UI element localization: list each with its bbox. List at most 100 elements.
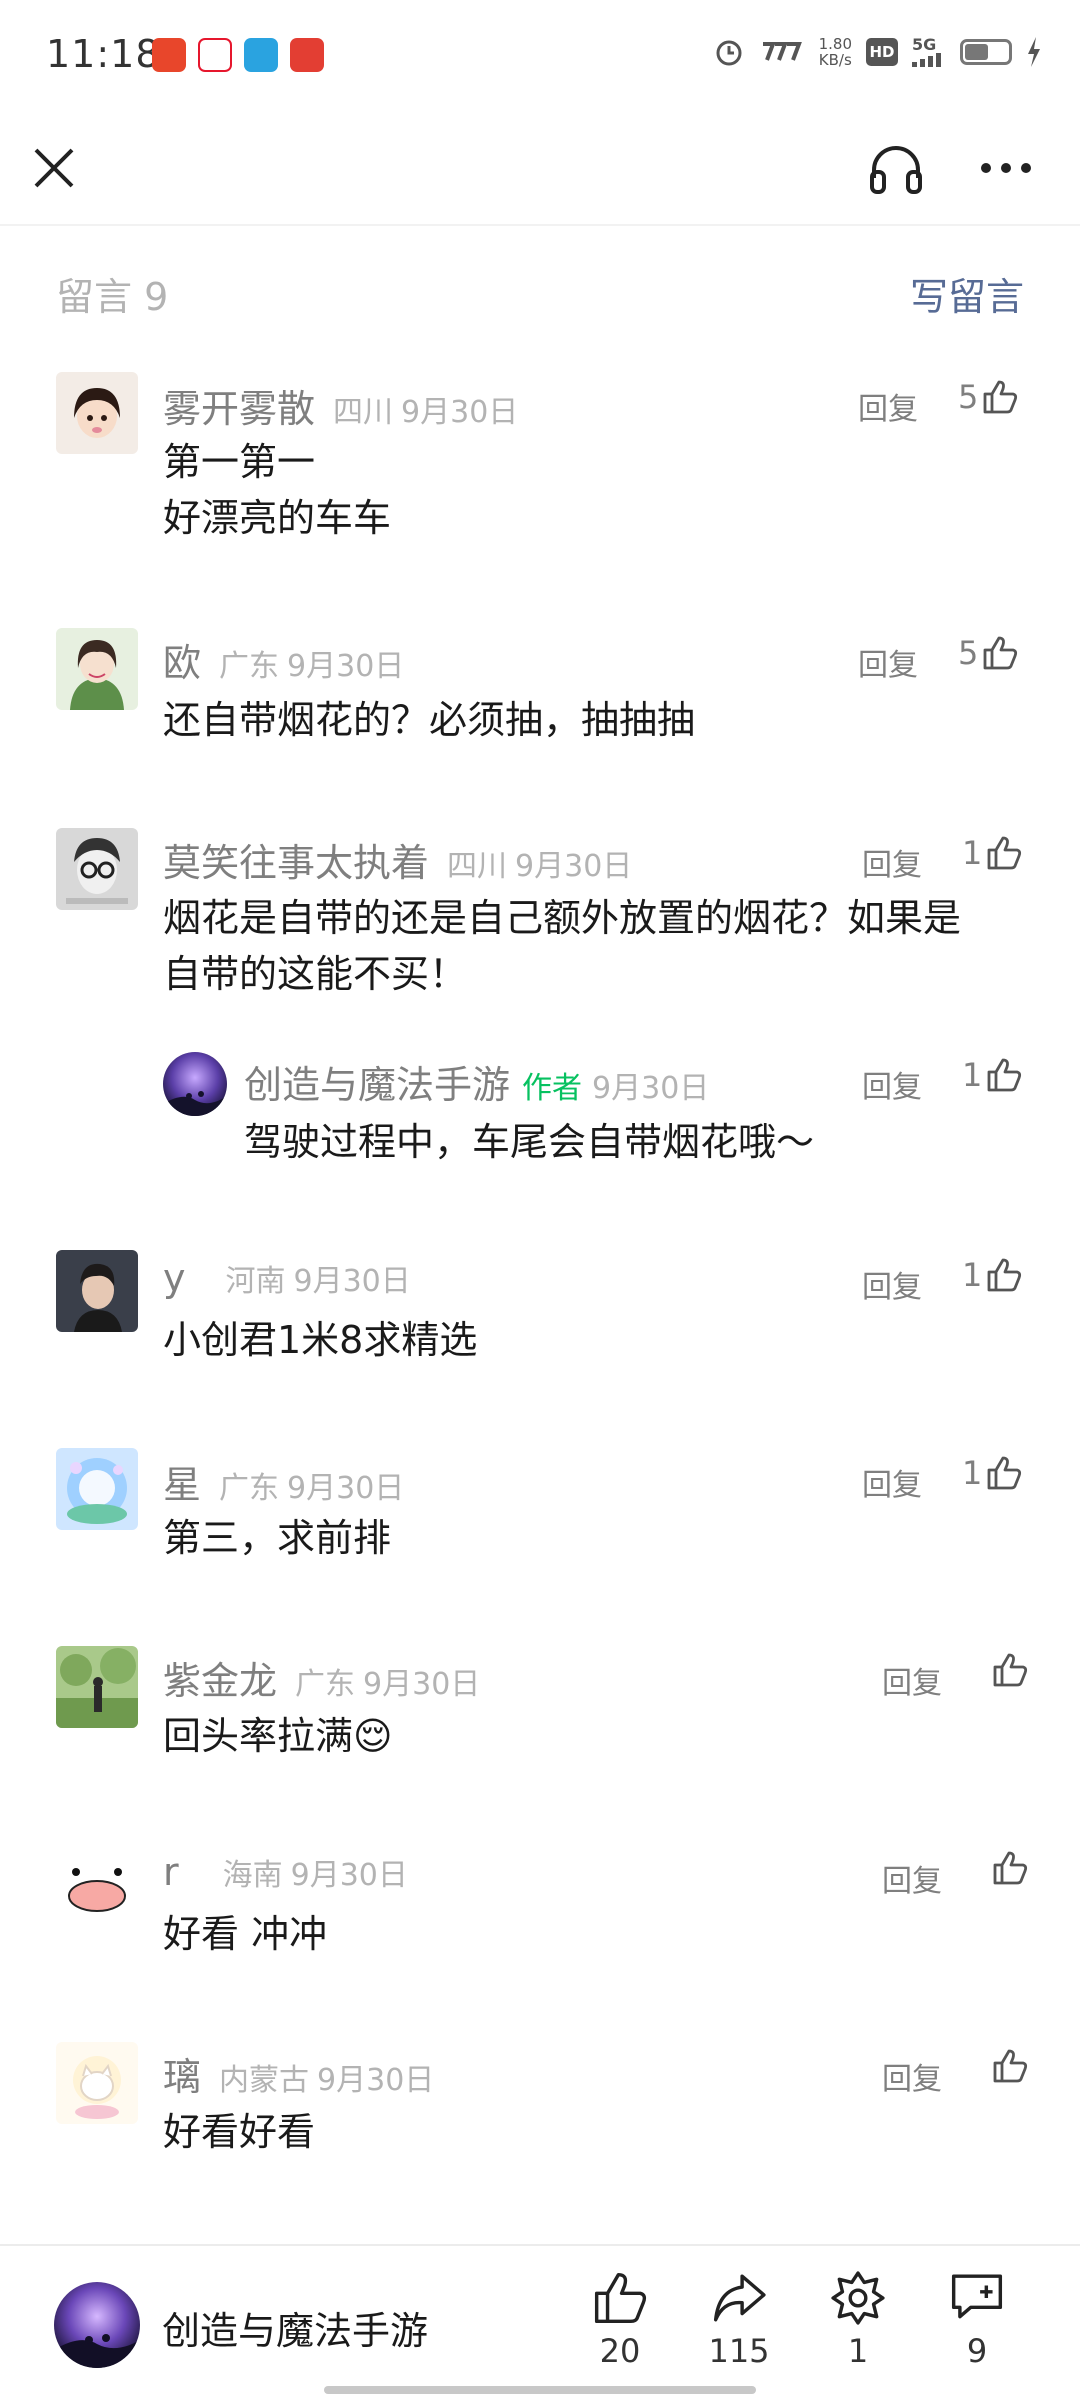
comment-date: 9月30日 <box>515 849 633 884</box>
like-button[interactable] <box>988 1652 1028 1688</box>
author-tag: 作者 <box>522 1071 583 1106</box>
reply-button[interactable]: 回复 <box>882 2054 942 2098</box>
comment-button[interactable]: 9 <box>927 2270 1027 2370</box>
comment-text: 回头率拉满😌 <box>163 1714 393 1758</box>
reply-button[interactable]: 回复 <box>862 840 922 884</box>
comment-author[interactable]: 雾开雾散 <box>163 378 315 433</box>
home-indicator[interactable] <box>324 2386 756 2394</box>
thumbs-up-icon <box>987 1456 1022 1490</box>
like-count: 5 <box>958 378 979 416</box>
wow-count: 1 <box>847 2332 869 2370</box>
reply-button[interactable]: 回复 <box>862 1262 922 1306</box>
charging-icon <box>1028 37 1040 67</box>
thumbs-up-icon <box>993 1851 1028 1885</box>
comment-author[interactable]: 星 <box>163 1454 201 1509</box>
comment-text: 第三，求前排 <box>163 1516 392 1560</box>
cellular-signal: 5G <box>912 37 946 67</box>
avatar[interactable] <box>56 1250 138 1332</box>
battery-level <box>965 44 988 60</box>
comment-location: 广东 <box>295 1667 356 1702</box>
close-button[interactable] <box>16 130 92 206</box>
wow-star-icon <box>831 2271 885 2325</box>
comment-date: 9月30日 <box>363 1667 481 1702</box>
comments-header: 留言 9 写留言 <box>0 262 1080 322</box>
reply-button[interactable]: 回复 <box>862 1460 922 1504</box>
like-button[interactable]: 1 <box>962 1056 1022 1094</box>
account-name[interactable]: 创造与魔法手游 <box>162 2300 428 2355</box>
thumbs-up-icon <box>993 1653 1028 1687</box>
thumbs-up-icon <box>987 1258 1022 1292</box>
comment-text: 小创君1米8求精选 <box>163 1318 478 1362</box>
write-comment-button[interactable]: 写留言 <box>910 266 1024 321</box>
avatar[interactable] <box>56 2042 138 2124</box>
thumbs-up-icon <box>987 836 1022 870</box>
avatar[interactable] <box>56 628 138 710</box>
more-button[interactable] <box>968 130 1044 206</box>
listen-button[interactable] <box>858 130 934 206</box>
net-speed: 1.80 KB/s <box>818 35 852 69</box>
hd-badge: HD <box>866 38 898 66</box>
like-count: 20 <box>599 2332 641 2370</box>
comment-date: 9月30日 <box>293 1264 411 1299</box>
like-button[interactable]: 1 <box>962 1454 1022 1492</box>
reply-button[interactable]: 回复 <box>858 640 918 684</box>
thumbs-up-icon <box>993 2049 1028 2083</box>
battery-icon <box>960 39 1012 65</box>
avatar[interactable] <box>56 1448 138 1530</box>
comment-add-icon <box>951 2274 1003 2319</box>
reply-button[interactable]: 回复 <box>882 1856 942 1900</box>
comment-author[interactable]: 莫笑往事太执着 <box>163 832 429 887</box>
comment-meta: 莫笑往事太执着 四川 9月30日 <box>163 832 632 887</box>
avatar[interactable] <box>163 1052 227 1116</box>
comment-author[interactable]: r <box>163 1850 179 1894</box>
comment-date: 9月30日 <box>401 395 519 430</box>
comment-location: 四川 <box>333 395 394 430</box>
avatar[interactable] <box>56 828 138 910</box>
avatar[interactable] <box>56 1844 138 1926</box>
comment-date: 9月30日 <box>287 1471 405 1506</box>
notification-icons <box>152 38 324 72</box>
thumbs-up-icon <box>594 2272 647 2324</box>
headphones-icon <box>870 146 922 194</box>
like-button[interactable]: 5 <box>958 378 1018 416</box>
like-button[interactable]: 1 <box>962 1256 1022 1294</box>
like-article-button[interactable]: 20 <box>570 2270 670 2370</box>
comment-author[interactable]: 璃 <box>163 2046 201 2101</box>
avatar[interactable] <box>56 1646 138 1728</box>
avatar[interactable] <box>56 372 138 454</box>
comment-meta: 雾开雾散 四川 9月30日 <box>163 378 518 433</box>
like-count: 1 <box>962 1056 983 1094</box>
account-avatar[interactable] <box>54 2282 140 2368</box>
like-button[interactable] <box>988 2048 1028 2084</box>
status-time: 11:18 <box>46 32 161 76</box>
comment-date: 9月30日 <box>290 1858 408 1893</box>
comment-meta: r 海南 9月30日 <box>163 1850 408 1894</box>
share-icon <box>713 2274 766 2322</box>
comment-meta: 璃 内蒙古 9月30日 <box>163 2046 434 2101</box>
reply-button[interactable]: 回复 <box>858 384 918 428</box>
comment-text: 烟花是自带的还是自己额外放置的烟花？如果是 自带的这能不买！ <box>163 896 962 996</box>
status-bar: 11:18 1.80 KB/s HD 5G <box>0 0 1080 110</box>
comment-meta: 紫金龙 广东 9月30日 <box>163 1650 480 1705</box>
comment-location: 广东 <box>219 649 280 684</box>
like-count: 1 <box>962 834 983 872</box>
reply-button[interactable]: 回复 <box>862 1062 922 1106</box>
telegram-app-icon <box>244 38 278 72</box>
comment-text: 第一第一 好漂亮的车车 <box>163 440 392 540</box>
comment-author[interactable]: 欧 <box>163 632 201 687</box>
network-type: 5G <box>912 35 937 54</box>
reply-button[interactable]: 回复 <box>882 1658 942 1702</box>
comment-author[interactable]: 创造与魔法手游 <box>244 1054 510 1109</box>
comment-text: 还自带烟花的？必须抽，抽抽抽 <box>163 698 696 742</box>
signal-strip-icon <box>762 42 802 61</box>
thumbs-up-icon <box>983 380 1018 414</box>
like-button[interactable]: 1 <box>962 834 1022 872</box>
toutiao-app-icon <box>290 38 324 72</box>
like-button[interactable]: 5 <box>958 634 1018 672</box>
wow-button[interactable]: 1 <box>808 2270 908 2370</box>
comment-author[interactable]: y <box>163 1256 186 1300</box>
comment-author[interactable]: 紫金龙 <box>163 1650 277 1705</box>
like-button[interactable] <box>988 1850 1028 1886</box>
share-button[interactable]: 115 <box>689 2270 789 2370</box>
weibo-app-icon <box>198 38 232 72</box>
